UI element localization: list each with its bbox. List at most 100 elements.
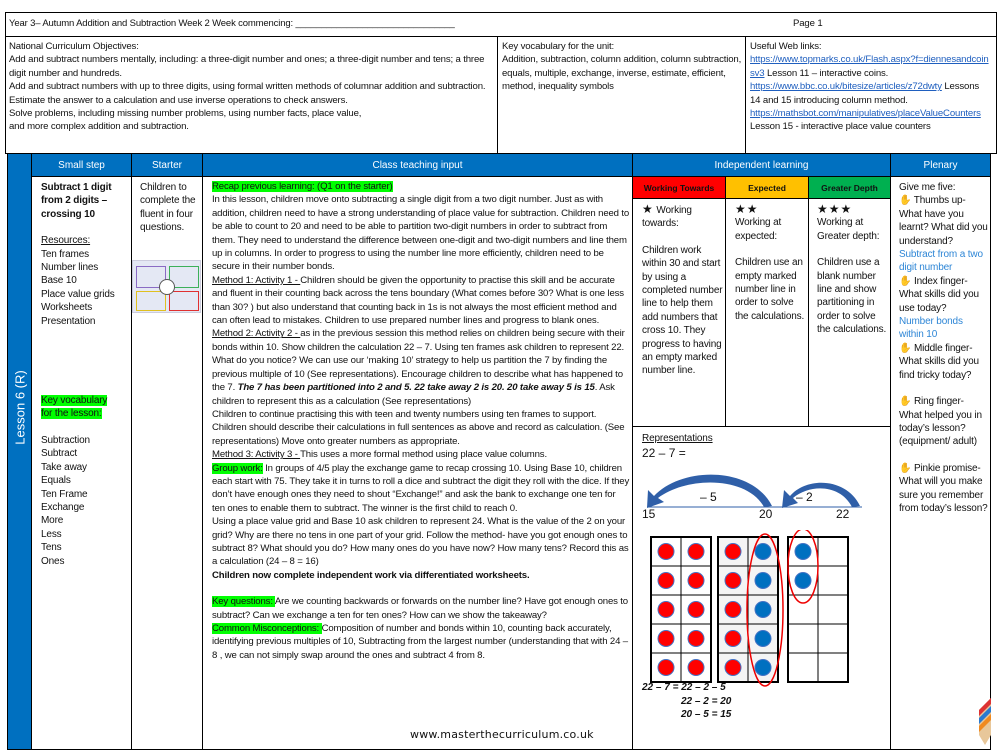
method-2-label: Method 2: Activity 2 - bbox=[212, 328, 301, 340]
resource-item: Presentation bbox=[41, 315, 96, 327]
website-footer: www.masterthecurriculum.co.uk bbox=[410, 728, 594, 741]
plenary-prompt: Pinkie promise- What will you make sure … bbox=[899, 462, 988, 514]
unit-vocab-text: Addition, subtraction, column addition, … bbox=[502, 54, 742, 93]
red-counter bbox=[657, 601, 675, 618]
tick-20: 20 bbox=[759, 507, 773, 521]
jump-label-2: – 2 bbox=[796, 490, 813, 504]
hand-icon: ✋ bbox=[899, 275, 912, 287]
independent-note: Children now complete independent work v… bbox=[212, 569, 530, 581]
red-counter bbox=[687, 543, 705, 560]
working-line-3: 20 – 5 = 15 bbox=[681, 709, 732, 720]
objective: Add and subtract numbers with up to thre… bbox=[9, 81, 486, 93]
red-counter bbox=[657, 630, 675, 647]
resource-item: Ten frames bbox=[41, 248, 89, 260]
plenary-answer: Subtract from a two digit number bbox=[899, 249, 983, 274]
misconceptions-label: Common Misconceptions: bbox=[212, 623, 322, 634]
vocab-item: Tens bbox=[41, 542, 62, 554]
objectives: National Curriculum Objectives: Add and … bbox=[9, 40, 494, 134]
level-greater-depth: Greater Depth bbox=[808, 176, 891, 199]
ten-frames bbox=[650, 530, 849, 687]
method-2: Method 2: Activity 2 - as in the previou… bbox=[212, 327, 630, 407]
blue-counter bbox=[754, 572, 772, 589]
level-body: Children use a blank number line and sho… bbox=[817, 257, 887, 336]
starter-thumbnail[interactable] bbox=[132, 260, 201, 313]
star-icon: ★★★ bbox=[817, 202, 853, 216]
resource-item: Base 10 bbox=[41, 275, 77, 287]
red-counter bbox=[687, 659, 705, 676]
key-questions-text: Are we counting backwards or forwards on… bbox=[212, 596, 628, 621]
resource-item: Worksheets bbox=[41, 302, 93, 314]
jump-arrow-2 bbox=[782, 482, 860, 508]
clock-icon bbox=[159, 279, 175, 295]
document-title: Year 3– Autumn Addition and Subtraction … bbox=[9, 18, 455, 29]
thumb-panel bbox=[169, 291, 199, 311]
group-work-label: Group work: bbox=[212, 462, 263, 474]
representations-heading: Representations bbox=[642, 433, 713, 444]
level-working-towards: Working Towards bbox=[632, 176, 726, 199]
key-questions-label: Key questions: bbox=[212, 596, 275, 608]
small-step: Subtract 1 digit from 2 digits – crossin… bbox=[41, 181, 129, 568]
starter-text: Children to complete the fluent in four … bbox=[140, 182, 196, 234]
working-line-1: 22 – 7 = 22 – 2 – 5 bbox=[642, 682, 726, 693]
misconceptions: Common Misconceptions: Composition of nu… bbox=[212, 622, 630, 662]
col-plenary: Plenary bbox=[890, 153, 991, 177]
col-teaching: Class teaching input bbox=[202, 153, 633, 177]
red-counter bbox=[657, 659, 675, 676]
red-counter bbox=[687, 572, 705, 589]
blue-counter bbox=[754, 601, 772, 618]
greater-depth-text: ★★★ Working at Greater depth: Children u… bbox=[817, 202, 889, 337]
expected-text: ★★ Working at expected: Children use an … bbox=[735, 202, 807, 323]
plenary-text: Give me five: ✋ Thumbs up- What have you… bbox=[899, 181, 989, 515]
plenary-answer: Number bonds within 10 bbox=[899, 316, 963, 341]
red-counter bbox=[687, 601, 705, 618]
hand-icon: ✋ bbox=[899, 195, 912, 207]
working-line-2: 22 – 2 = 20 bbox=[681, 696, 732, 707]
star-icon: ★ bbox=[642, 202, 654, 216]
objective: Add and subtract numbers mentally, inclu… bbox=[9, 54, 485, 79]
red-counter bbox=[724, 572, 742, 589]
vocab-item: Subtraction bbox=[41, 434, 90, 446]
blue-counter bbox=[794, 572, 812, 589]
red-counter bbox=[657, 543, 675, 560]
vocab-item: Exchange bbox=[41, 501, 85, 513]
vocab-item: Take away bbox=[41, 461, 87, 473]
link-bbc[interactable]: https://www.bbc.co.uk/bitesize/articles/… bbox=[750, 81, 942, 92]
blue-counter bbox=[754, 543, 772, 560]
red-counter bbox=[657, 572, 675, 589]
resource-item: Number lines bbox=[41, 262, 99, 274]
method-1: Method 1: Activity 1 - Children should b… bbox=[212, 274, 630, 328]
link-note: Lesson 11 – interactive coins. bbox=[764, 67, 889, 79]
unit-vocab: Key vocabulary for the unit: Addition, s… bbox=[502, 40, 742, 94]
vocab-item: Ten Frame bbox=[41, 488, 88, 500]
continue-text: Children to continue practising this wit… bbox=[212, 408, 625, 447]
level-body: Children use an empty marked number line… bbox=[735, 257, 805, 322]
representation-calc: 22 – 7 = bbox=[642, 446, 686, 460]
key-questions: Key questions: Are we counting backwards… bbox=[212, 595, 630, 622]
vocab-item: More bbox=[41, 515, 64, 527]
star-icon: ★★ bbox=[735, 202, 759, 216]
logo-pencil bbox=[979, 698, 991, 745]
resources-heading: Resources: bbox=[41, 235, 91, 247]
page-number: Page 1 bbox=[793, 18, 823, 29]
plenary-prompt: Ring finger- What helped you in today’s … bbox=[899, 396, 982, 448]
teaching-text: Recap previous learning: (Q1 on the star… bbox=[212, 180, 630, 662]
thumb-panel bbox=[136, 291, 166, 311]
jump-label-5: – 5 bbox=[700, 490, 717, 504]
link-mathsbot[interactable]: https://mathsbot.com/manipulatives/place… bbox=[750, 108, 981, 119]
col-small-step: Small step bbox=[31, 153, 132, 177]
method-3-label: Method 3: Activity 3 - bbox=[212, 449, 301, 461]
lesson-sidebar bbox=[7, 153, 32, 750]
red-counter bbox=[687, 630, 705, 647]
lesson-label: Lesson 6 (R) bbox=[12, 370, 28, 445]
red-counter bbox=[724, 543, 742, 560]
vocab-item: Less bbox=[41, 528, 62, 540]
level-heading: Working at Greater depth: bbox=[817, 217, 880, 242]
method-2-emphasis: The 7 has been partitioned into 2 and 5.… bbox=[237, 382, 595, 394]
level-heading: Working at expected: bbox=[735, 217, 782, 242]
col-starter: Starter bbox=[131, 153, 203, 177]
blue-counter bbox=[754, 659, 772, 676]
blue-counter bbox=[754, 630, 772, 647]
red-counter bbox=[724, 630, 742, 647]
objective: Solve problems, including missing number… bbox=[9, 108, 362, 120]
link-note: Lesson 15 - interactive place value coun… bbox=[750, 121, 931, 133]
